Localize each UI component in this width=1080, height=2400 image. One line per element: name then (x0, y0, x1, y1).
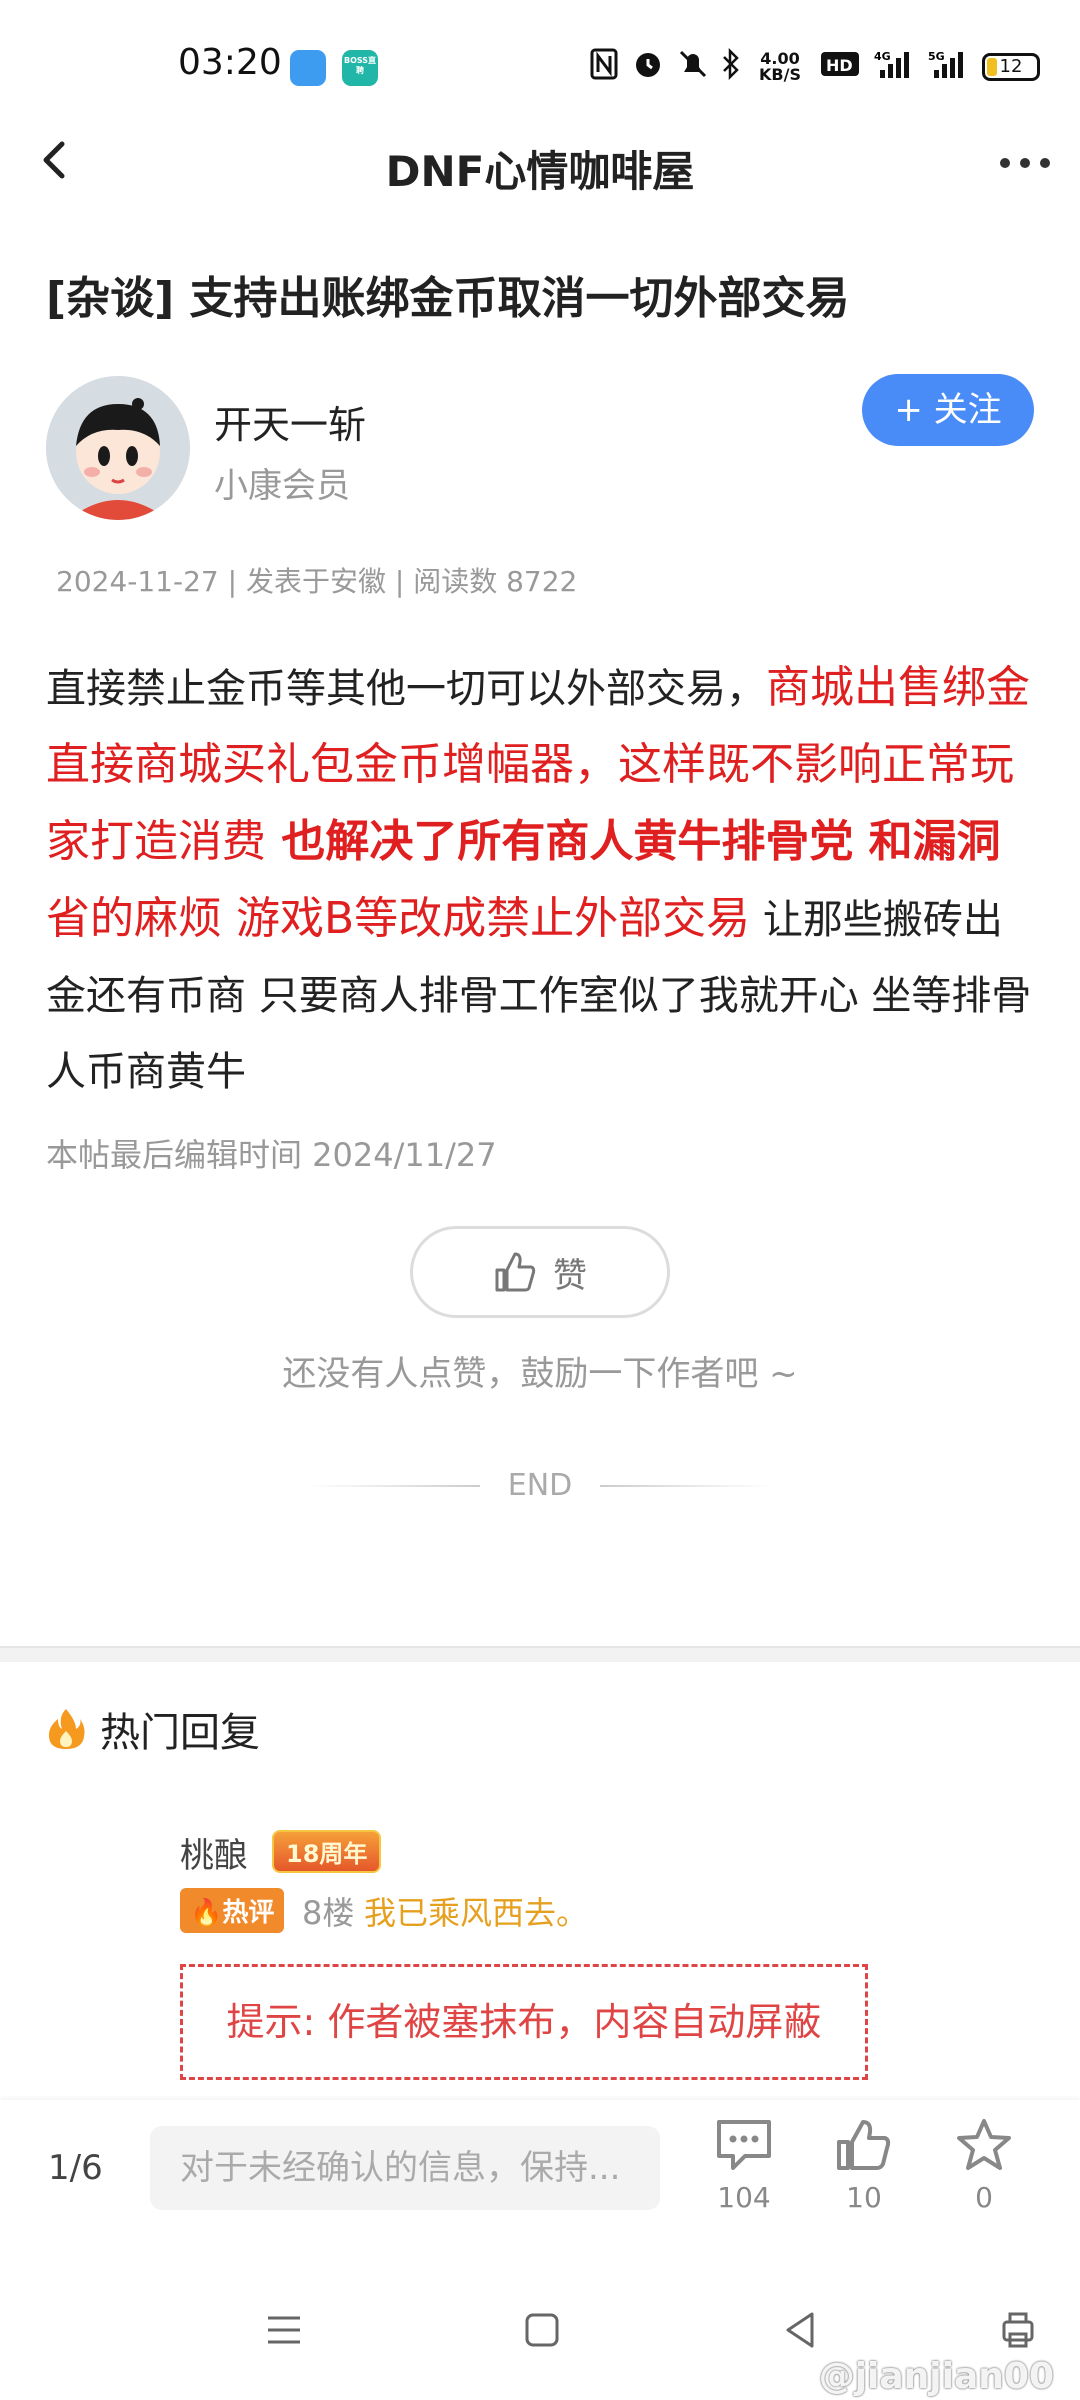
printer-icon (1002, 2312, 1034, 2348)
hot-comment-badge: 🔥热评 (180, 1888, 285, 1933)
nfc-icon (590, 48, 618, 86)
back-nav-button[interactable] (780, 2310, 820, 2354)
signal-5g-icon: 5G (928, 48, 968, 86)
anniversary-badge: 18周年 (272, 1830, 382, 1873)
status-icons: 4.00 KB/S HD 4G 5G 12 (590, 47, 1040, 86)
home-nav-button[interactable] (522, 2310, 562, 2354)
dot-icon (1020, 158, 1030, 168)
post-body: 直接禁止金币等其他一切可以外部交易，商城出售绑金直接商城买礼包金币增幅器，这样既… (46, 650, 1036, 1110)
more-options-button[interactable] (1000, 158, 1050, 168)
weather-app-icon (290, 50, 326, 86)
menu-nav-button[interactable] (264, 2310, 304, 2354)
svg-text:5G: 5G (928, 50, 945, 63)
battery-level: 12 (999, 56, 1023, 77)
likes-count: 10 (846, 2181, 882, 2214)
hd-icon: HD (820, 50, 860, 84)
battery-icon: 12 (982, 53, 1040, 81)
mute-icon (678, 48, 708, 86)
divider-line (600, 1484, 770, 1487)
body-text: 直接禁止金币等其他一切可以外部交易， (46, 666, 766, 712)
dot-icon (1040, 158, 1050, 168)
page-indicator[interactable]: 1/6 (48, 2148, 103, 2188)
floor-number: 8楼 (302, 1894, 355, 1932)
square-icon (525, 2313, 559, 2347)
cartoon-avatar-icon (46, 376, 190, 520)
hot-replies-header: 热门回复 (46, 1700, 260, 1758)
like-hint: 还没有人点赞，鼓励一下作者吧 ~ (282, 1354, 798, 1394)
hot-comment-label: 热评 (222, 1898, 275, 1928)
status-time: 03:20 (178, 42, 282, 83)
body-highlight-bold: 也解决了所有商人黄牛排骨党 和漏洞 (266, 816, 1001, 867)
menu-icon (268, 2316, 300, 2344)
dot-icon (1000, 158, 1010, 168)
like-button[interactable]: 赞 (410, 1226, 670, 1318)
member-level: 小康会员 (214, 466, 350, 506)
bluetooth-icon (722, 47, 740, 86)
reply-content: 我已乘风西去。 (364, 1894, 589, 1932)
favorite-button[interactable]: 0 (934, 2118, 1034, 2214)
svg-text:HD: HD (826, 56, 853, 75)
signal-4g-icon: 4G (874, 48, 914, 86)
star-icon (957, 2119, 1011, 2170)
alarm-icon (632, 48, 664, 86)
follow-button[interactable]: + 关注 (862, 374, 1034, 446)
flame-icon (48, 1709, 85, 1749)
post-title: [杂谈] 支持出账绑金币取消一切外部交易 (46, 273, 850, 324)
comments-count: 104 (717, 2181, 771, 2214)
svg-text:4G: 4G (874, 50, 891, 63)
reply-username[interactable]: 桃酿 (180, 1828, 248, 1877)
end-marker: END (310, 1468, 770, 1503)
watermark: @jianjian00 (818, 2356, 1054, 2397)
comments-button[interactable]: 104 (694, 2118, 794, 2214)
like-label: 赞 (553, 1255, 587, 1296)
likes-button[interactable]: 10 (814, 2118, 914, 2214)
edit-time: 本帖最后编辑时间 2024/11/27 (46, 1136, 497, 1174)
boss-app-icon: BOSS直聘 (342, 50, 378, 86)
post-meta: 2024-11-27 | 发表于安徽 | 阅读数 8722 (56, 565, 578, 598)
forum-title: DNF心情咖啡屋 (385, 147, 695, 196)
author-name[interactable]: 开天一斩 (214, 394, 366, 449)
body-highlight: 省的麻烦 游戏B等改成禁止外部交易 (46, 893, 751, 944)
comment-input[interactable]: 对于未经确认的信息，保持... (150, 2126, 660, 2210)
flame-icon: 🔥 (190, 1898, 223, 1928)
divider-line (310, 1484, 480, 1487)
favorites-count: 0 (975, 2181, 993, 2214)
blocked-notice: 提示: 作者被塞抹布，内容自动屏蔽 (180, 1964, 868, 2080)
section-divider (0, 1646, 1080, 1662)
end-label: END (507, 1468, 573, 1503)
avatar[interactable] (46, 376, 190, 520)
triangle-back-icon (786, 2312, 814, 2348)
assistant-nav-button[interactable] (998, 2310, 1038, 2354)
thumbs-up-icon (837, 2120, 891, 2170)
hot-replies-title: 热门回复 (100, 1710, 260, 1756)
net-speed: 4.00 KB/S (759, 49, 801, 84)
comment-icon (717, 2120, 771, 2170)
thumbs-up-icon (495, 1252, 536, 1292)
